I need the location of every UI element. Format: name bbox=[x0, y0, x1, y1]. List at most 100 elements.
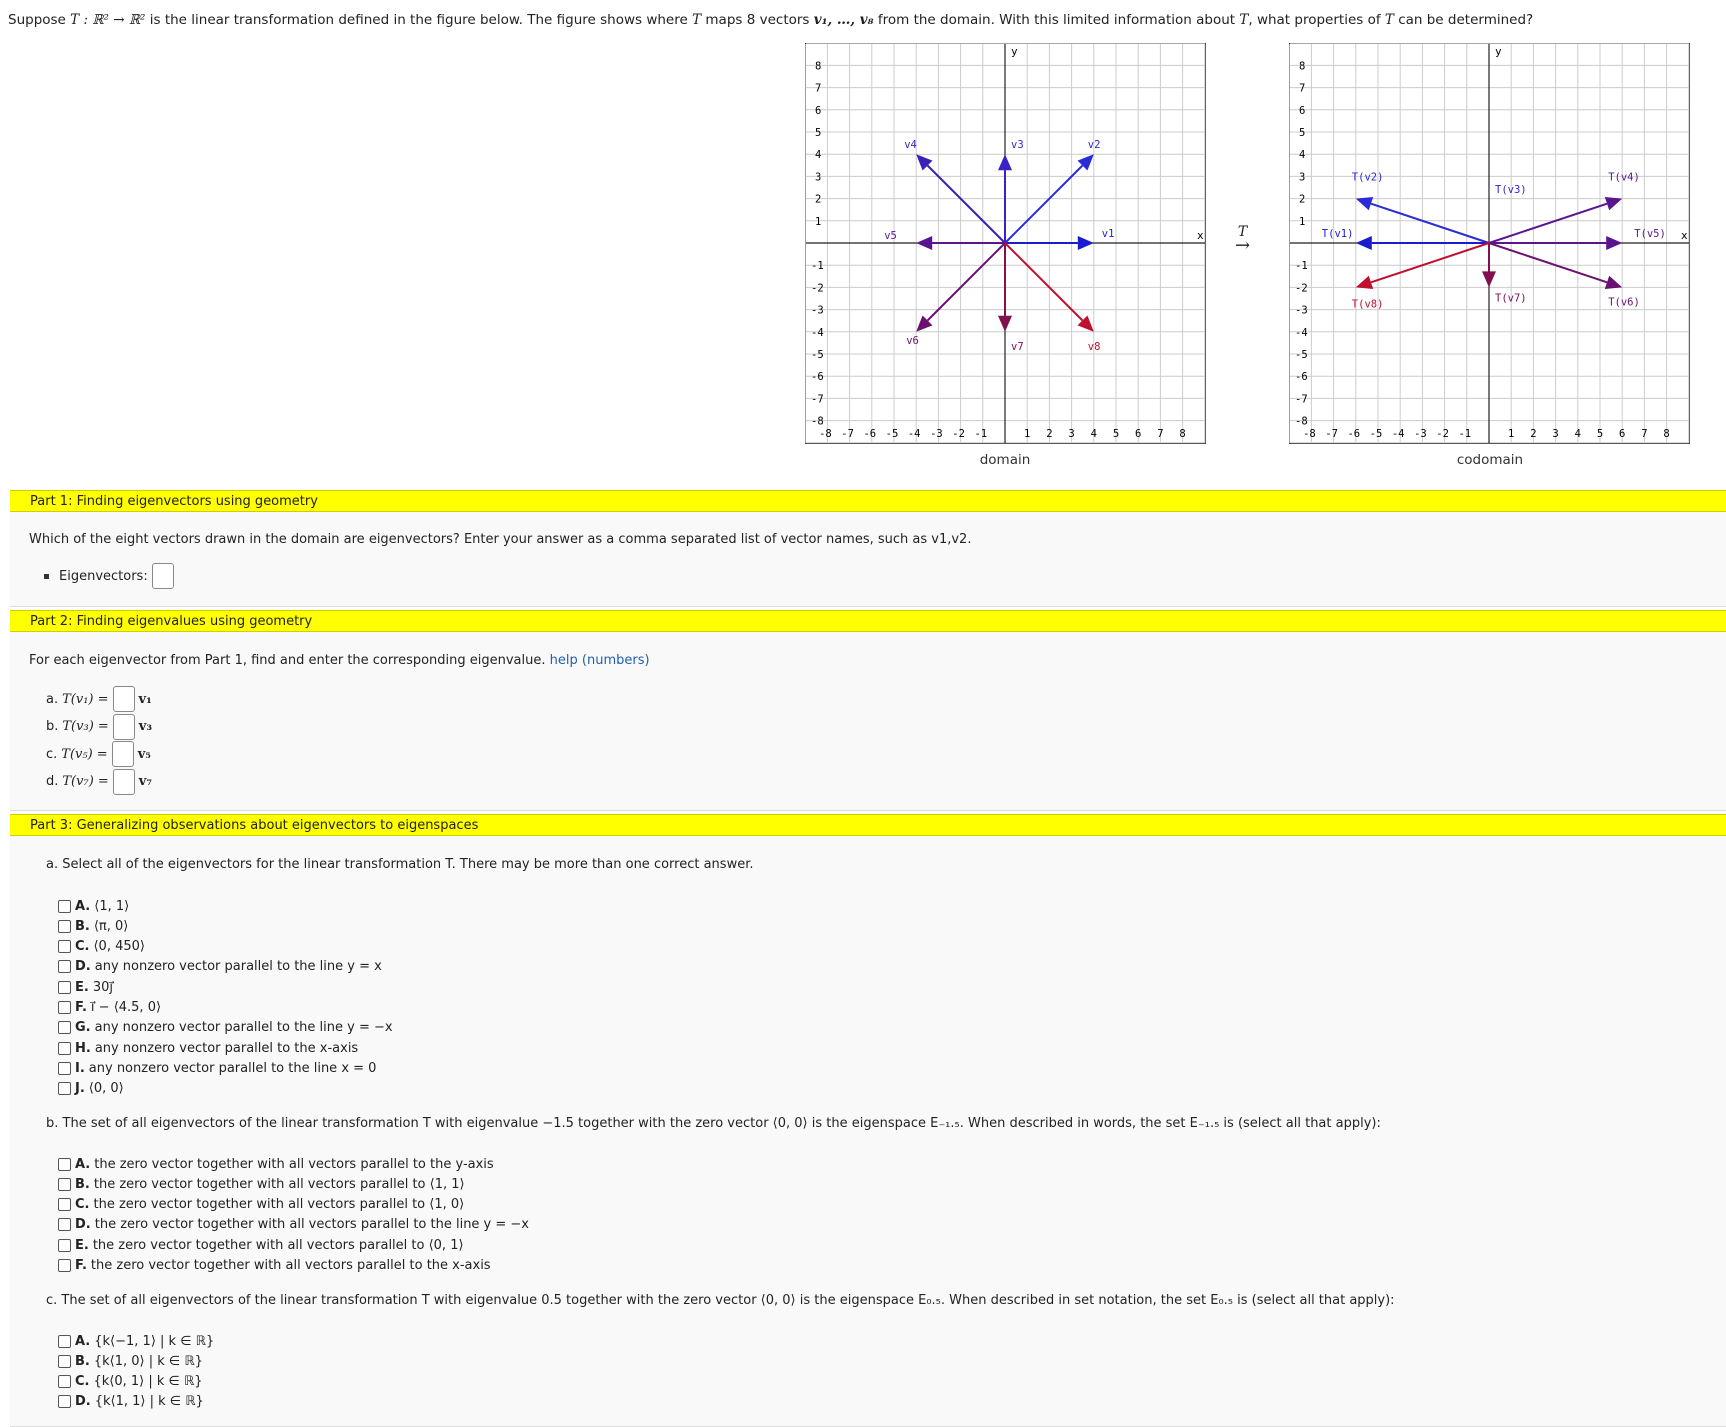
y-tick-label: -6 bbox=[811, 371, 824, 383]
eigenvalue-input[interactable] bbox=[113, 769, 135, 795]
option-key: F. bbox=[75, 1000, 87, 1015]
y-tick-label: 6 bbox=[1299, 105, 1305, 117]
option-qb_opts-e[interactable]: E. the zero vector together with all vec… bbox=[58, 1236, 464, 1254]
part2-question-text: For each eigenvector from Part 1, find a… bbox=[29, 653, 546, 668]
x-tick-label: -4 bbox=[908, 428, 921, 440]
part1-header: Part 1: Finding eigenvectors using geome… bbox=[10, 490, 1726, 512]
vector-label: T(v6) bbox=[1608, 296, 1640, 308]
x-tick-label: 4 bbox=[1575, 428, 1581, 440]
y-tick-label: 6 bbox=[815, 105, 821, 117]
option-qb_opts-f[interactable]: F. the zero vector together with all vec… bbox=[58, 1257, 491, 1275]
option-qc_opts-d[interactable]: D. {k⟨1, 1⟩ | k ∈ ℝ} bbox=[58, 1393, 204, 1411]
option-key: I. bbox=[75, 1061, 85, 1076]
checkbox[interactable] bbox=[58, 1042, 71, 1055]
option-qb_opts-a[interactable]: A. the zero vector together with all vec… bbox=[58, 1155, 494, 1173]
checkbox[interactable] bbox=[58, 1375, 71, 1388]
option-qb_opts-c[interactable]: C. the zero vector together with all vec… bbox=[58, 1196, 464, 1214]
x-tick-label: 5 bbox=[1113, 428, 1119, 440]
checkbox[interactable] bbox=[58, 1082, 71, 1095]
option-qc_opts-c[interactable]: C. {k⟨0, 1⟩ | k ∈ ℝ} bbox=[58, 1373, 203, 1391]
option-text: the zero vector together with all vector… bbox=[91, 1258, 491, 1273]
checkbox[interactable] bbox=[58, 900, 71, 913]
option-text: {k⟨−1, 1⟩ | k ∈ ℝ} bbox=[94, 1334, 214, 1349]
option-text: any nonzero vector parallel to the line … bbox=[89, 1061, 377, 1076]
y-tick-label: -4 bbox=[1295, 327, 1308, 339]
option-qa_opts-e[interactable]: E. 30j⃗ bbox=[58, 978, 113, 996]
checkbox[interactable] bbox=[58, 960, 71, 973]
checkbox[interactable] bbox=[58, 1395, 71, 1408]
option-qa_opts-h[interactable]: H. any nonzero vector parallel to the x-… bbox=[58, 1039, 358, 1057]
vector-label: v3 bbox=[1011, 139, 1024, 151]
option-qc_opts-b[interactable]: B. {k⟨1, 0⟩ | k ∈ ℝ} bbox=[58, 1352, 203, 1370]
option-text: ⟨1, 1⟩ bbox=[94, 899, 129, 914]
checkbox[interactable] bbox=[58, 1198, 71, 1211]
checkbox[interactable] bbox=[58, 1021, 71, 1034]
checkbox[interactable] bbox=[58, 1355, 71, 1368]
vector-label: v7 bbox=[1011, 341, 1024, 353]
y-tick-label: -5 bbox=[1295, 349, 1308, 361]
eigenvalue-input[interactable] bbox=[112, 741, 134, 767]
option-qa_opts-b[interactable]: B. ⟨π, 0⟩ bbox=[58, 917, 128, 935]
checkbox[interactable] bbox=[58, 1218, 71, 1231]
y-tick-label: -8 bbox=[811, 416, 824, 428]
option-key: B. bbox=[75, 1177, 90, 1192]
eigenvalue-input[interactable] bbox=[113, 686, 135, 712]
checkbox[interactable] bbox=[58, 1178, 71, 1191]
option-qb_opts-b[interactable]: B. the zero vector together with all vec… bbox=[58, 1175, 465, 1193]
x-tick-label: 7 bbox=[1641, 428, 1647, 440]
part3-section bbox=[10, 836, 1726, 1427]
y-tick-label: -7 bbox=[1295, 393, 1308, 405]
part1-question: Which of the eight vectors drawn in the … bbox=[29, 532, 971, 547]
checkbox[interactable] bbox=[58, 920, 71, 933]
part1-section bbox=[10, 512, 1726, 607]
vector-label: v6 bbox=[906, 335, 919, 347]
checkbox[interactable] bbox=[58, 1239, 71, 1252]
checkbox[interactable] bbox=[58, 1001, 71, 1014]
x-tick-label: -8 bbox=[819, 428, 832, 440]
checkbox[interactable] bbox=[58, 1259, 71, 1272]
checkbox[interactable] bbox=[58, 981, 71, 994]
x-tick-label: -1 bbox=[974, 428, 987, 440]
y-tick-label: 3 bbox=[815, 171, 821, 183]
option-key: F. bbox=[75, 1258, 87, 1273]
eigenvalue-prefix: d. bbox=[46, 774, 58, 789]
vector-label: T(v4) bbox=[1608, 172, 1640, 184]
x-tick-label: -8 bbox=[1303, 428, 1316, 440]
option-qa_opts-i[interactable]: I. any nonzero vector parallel to the li… bbox=[58, 1059, 376, 1077]
option-qb_opts-d[interactable]: D. the zero vector together with all vec… bbox=[58, 1216, 529, 1234]
option-qa_opts-d[interactable]: D. any nonzero vector parallel to the li… bbox=[58, 958, 382, 976]
y-tick-label: -3 bbox=[1295, 305, 1308, 317]
intro-text: maps 8 vectors bbox=[701, 12, 814, 28]
eigenvalue-prefix: a. bbox=[46, 692, 58, 707]
option-qa_opts-j[interactable]: J. ⟨0, 0⟩ bbox=[58, 1080, 124, 1098]
checkbox[interactable] bbox=[58, 940, 71, 953]
eigenvalue-row: d. T(v₇) = v₇ bbox=[46, 769, 152, 795]
eigenvalue-row: b. T(v₃) = v₃ bbox=[46, 714, 152, 740]
codomain-graph: -8-8-7-7-6-6-5-5-4-4-3-3-2-2-1-111223344… bbox=[1289, 43, 1690, 445]
eigenvalue-prefix: b. bbox=[46, 719, 58, 734]
option-qa_opts-f[interactable]: F. i⃗ − ⟨4.5, 0⟩ bbox=[58, 999, 161, 1017]
checkbox[interactable] bbox=[58, 1062, 71, 1075]
checkbox[interactable] bbox=[58, 1158, 71, 1171]
x-tick-label: 5 bbox=[1597, 428, 1603, 440]
option-text: any nonzero vector parallel to the line … bbox=[95, 959, 382, 974]
y-tick-label: 2 bbox=[815, 194, 821, 206]
vector-label: T(v5) bbox=[1634, 228, 1666, 240]
option-key: C. bbox=[75, 939, 89, 954]
eigenvalue-input[interactable] bbox=[113, 714, 135, 740]
y-axis-label: y bbox=[1011, 45, 1018, 58]
option-qa_opts-c[interactable]: C. ⟨0, 450⟩ bbox=[58, 938, 145, 956]
help-numbers-link[interactable]: help (numbers) bbox=[550, 653, 650, 668]
option-qa_opts-g[interactable]: G. any nonzero vector parallel to the li… bbox=[58, 1019, 393, 1037]
eigenvectors-input[interactable] bbox=[152, 563, 174, 589]
eigenvalue-rhs: v₅ bbox=[138, 747, 151, 762]
eigenvalue-lhs: T(v₁) = bbox=[62, 692, 108, 707]
option-qa_opts-a[interactable]: A. ⟨1, 1⟩ bbox=[58, 897, 129, 915]
part1-answer-row: Eigenvectors: bbox=[44, 563, 174, 589]
option-qc_opts-a[interactable]: A. {k⟨−1, 1⟩ | k ∈ ℝ} bbox=[58, 1332, 214, 1350]
option-key: H. bbox=[75, 1041, 91, 1056]
checkbox[interactable] bbox=[58, 1335, 71, 1348]
eigenvalue-lhs: T(v₃) = bbox=[62, 719, 108, 734]
option-key: D. bbox=[75, 1217, 91, 1232]
eigenvalue-lhs: T(v₅) = bbox=[61, 747, 107, 762]
